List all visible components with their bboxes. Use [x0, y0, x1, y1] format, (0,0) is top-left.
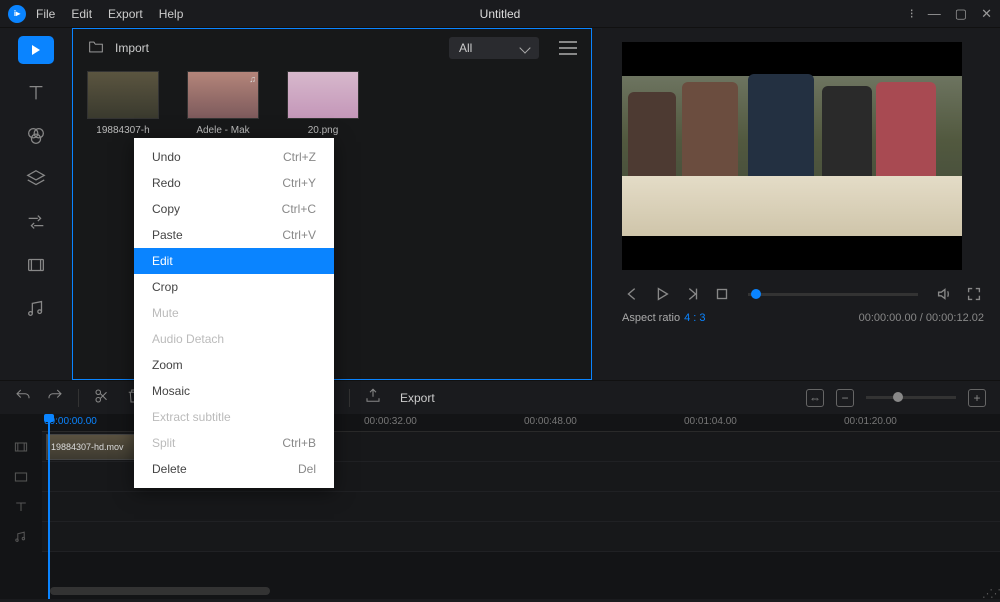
menu-help[interactable]: Help — [159, 7, 184, 21]
context-menu-item[interactable]: RedoCtrl+Y — [134, 170, 334, 196]
aspect-ratio-value[interactable]: 4 : 3 — [684, 312, 705, 324]
export-icon[interactable] — [364, 387, 382, 408]
app-icon: i▸ — [8, 5, 26, 23]
stop-button[interactable] — [712, 284, 732, 304]
transition-tool[interactable] — [25, 211, 47, 236]
media-item[interactable]: 20.png — [287, 71, 359, 136]
media-item[interactable]: 19884307-h — [87, 71, 159, 136]
filter-tool[interactable] — [25, 125, 47, 150]
maximize-button[interactable]: ▢ — [955, 6, 967, 22]
import-icon[interactable] — [87, 40, 105, 57]
resize-grip[interactable]: ⋰⋰ — [982, 587, 998, 600]
audio-track-header[interactable] — [0, 522, 42, 552]
pip-track-header[interactable] — [0, 462, 42, 492]
context-menu-item: Mute — [134, 300, 334, 326]
menu-file[interactable]: File — [36, 7, 55, 21]
next-button[interactable] — [682, 284, 702, 304]
preview-info: Aspect ratio 4 : 3 00:00:00.00 / 00:00:1… — [622, 308, 984, 328]
timeline-scrollbar[interactable] — [50, 587, 270, 595]
context-menu: UndoCtrl+ZRedoCtrl+YCopyCtrl+CPasteCtrl+… — [134, 138, 334, 488]
context-menu-item[interactable]: UndoCtrl+Z — [134, 144, 334, 170]
play-button[interactable] — [652, 284, 672, 304]
preview-panel: Aspect ratio 4 : 3 00:00:00.00 / 00:00:1… — [592, 28, 1000, 380]
context-menu-item[interactable]: Zoom — [134, 352, 334, 378]
import-button[interactable]: Import — [115, 41, 149, 55]
context-menu-item: Audio Detach — [134, 326, 334, 352]
zoom-slider[interactable] — [866, 396, 956, 399]
minimize-button[interactable]: — — [928, 6, 941, 22]
media-thumbnails: 19884307-h ♫ Adele - Mak 20.png — [73, 67, 591, 136]
track-headers — [0, 414, 42, 599]
audio-tool[interactable] — [25, 297, 47, 322]
zoom-fit-button[interactable]: ⇔ — [806, 389, 824, 407]
list-view-icon[interactable] — [559, 41, 577, 55]
window-title: Untitled — [480, 7, 521, 21]
playback-controls — [622, 270, 984, 308]
filter-select[interactable]: All — [449, 37, 539, 59]
redo-button[interactable] — [46, 387, 64, 408]
play-icon — [32, 45, 40, 55]
media-item[interactable]: ♫ Adele - Mak — [187, 71, 259, 136]
split-button[interactable] — [93, 387, 111, 408]
overlay-tool[interactable] — [25, 168, 47, 193]
fullscreen-button[interactable] — [964, 284, 984, 304]
context-menu-item: SplitCtrl+B — [134, 430, 334, 456]
window-controls: ⁝ — ▢ ✕ — [910, 6, 992, 22]
media-toolbar: Import All — [73, 29, 591, 67]
context-menu-item[interactable]: DeleteDel — [134, 456, 334, 482]
time-display: 00:00:00.00 / 00:00:12.02 — [859, 312, 984, 324]
context-menu-item[interactable]: Mosaic — [134, 378, 334, 404]
text-track[interactable] — [42, 492, 1000, 522]
menu-edit[interactable]: Edit — [71, 7, 92, 21]
text-track-header[interactable] — [0, 492, 42, 522]
context-menu-item: Extract subtitle — [134, 404, 334, 430]
title-bar: i▸ File Edit Export Help Untitled ⁝ — ▢ … — [0, 0, 1000, 28]
main-menu: File Edit Export Help — [36, 7, 183, 21]
prev-button[interactable] — [622, 284, 642, 304]
left-toolbar — [0, 28, 72, 380]
preview-canvas[interactable] — [622, 42, 962, 270]
more-icon[interactable]: ⁝ — [910, 6, 914, 22]
seek-bar[interactable] — [748, 293, 918, 296]
context-menu-item[interactable]: CopyCtrl+C — [134, 196, 334, 222]
zoom-in-button[interactable]: + — [968, 389, 986, 407]
audio-track[interactable] — [42, 522, 1000, 552]
playhead[interactable] — [48, 414, 50, 599]
text-tool[interactable] — [25, 82, 47, 107]
undo-button[interactable] — [14, 387, 32, 408]
video-track-header[interactable] — [0, 432, 42, 462]
media-tab[interactable] — [18, 36, 54, 64]
zoom-out-button[interactable]: − — [836, 389, 854, 407]
context-menu-item[interactable]: Crop — [134, 274, 334, 300]
context-menu-item[interactable]: Edit — [134, 248, 334, 274]
context-menu-item[interactable]: PasteCtrl+V — [134, 222, 334, 248]
export-button[interactable]: Export — [400, 391, 435, 405]
menu-export[interactable]: Export — [108, 7, 143, 21]
chevron-down-icon — [519, 42, 530, 53]
volume-button[interactable] — [934, 284, 954, 304]
element-tool[interactable] — [25, 254, 47, 279]
close-button[interactable]: ✕ — [981, 6, 992, 22]
